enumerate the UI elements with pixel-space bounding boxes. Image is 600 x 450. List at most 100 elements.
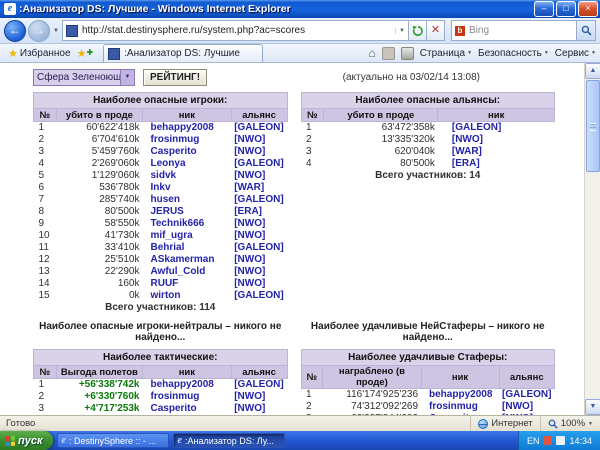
task-button-analyzer[interactable]: e :Анализатор DS: Лу... <box>173 433 285 448</box>
zoom-control[interactable]: 100% ▼ <box>540 416 600 431</box>
cell-link[interactable]: frosinmug <box>421 401 499 413</box>
cell-link[interactable]: Leonya <box>143 158 232 170</box>
cell-link[interactable]: [NWO] <box>231 266 287 278</box>
tray-icon[interactable] <box>556 436 565 445</box>
cell-link[interactable]: [GALEON] <box>231 379 287 392</box>
url-text[interactable]: http://stat.destinysphere.ru/system.php?… <box>82 25 392 36</box>
search-button[interactable] <box>577 20 596 41</box>
scroll-thumb[interactable] <box>586 80 600 172</box>
search-box[interactable]: b Bing <box>451 20 577 41</box>
print-icon[interactable] <box>401 47 414 60</box>
cell-link[interactable]: [GALEON] <box>231 194 287 206</box>
cell-link[interactable]: sidvk <box>143 170 232 182</box>
feeds-icon[interactable] <box>382 47 395 60</box>
refresh-button[interactable] <box>409 20 427 41</box>
stop-button[interactable]: ✕ <box>427 20 445 41</box>
cell-link[interactable]: [ERA] <box>231 206 287 218</box>
cell-link[interactable]: [NWO] <box>231 278 287 290</box>
cell-link[interactable]: [NWO] <box>438 134 555 146</box>
status-text: Готово <box>0 418 470 429</box>
cell-link[interactable]: [GALEON] <box>231 158 287 170</box>
cell: 536'780k <box>56 182 142 194</box>
tools-menu[interactable]: Сервис▼ <box>555 48 596 59</box>
clock: 14:34 <box>569 436 592 446</box>
home-icon[interactable]: ⌂ <box>369 46 376 60</box>
stop-icon: ✕ <box>431 25 440 36</box>
bottom-tables: Наиболее тактические: № Выгода полетов н… <box>33 349 555 415</box>
cell: 80'500k <box>324 158 438 170</box>
cell-link[interactable]: [GALEON] <box>438 122 555 135</box>
start-button[interactable]: пуск <box>0 431 53 450</box>
cell-link[interactable]: [GALEON] <box>231 242 287 254</box>
cell-link[interactable]: behappy2008 <box>143 122 232 135</box>
cell-link[interactable]: [NWO] <box>231 170 287 182</box>
safety-menu[interactable]: Безопасность▼ <box>478 48 549 59</box>
cell-link[interactable]: [GALEON] <box>231 290 287 302</box>
cell-link[interactable]: [WAR] <box>231 182 287 194</box>
cell-link[interactable]: Casperito <box>143 146 232 158</box>
cell: 13 <box>34 266 57 278</box>
cell-link[interactable]: [NWO] <box>231 146 287 158</box>
column-header: ник <box>421 366 499 389</box>
tab-favicon-icon <box>108 48 120 60</box>
table-row: 1322'290kAwful_Cold[NWO] <box>34 266 288 278</box>
bing-icon: b <box>455 26 465 36</box>
cell-link[interactable]: Inkv <box>143 182 232 194</box>
cell-link[interactable]: [NWO] <box>231 230 287 242</box>
cell-link[interactable]: Casperito <box>143 403 232 415</box>
favorites-button[interactable]: ★ Избранное <box>4 45 75 62</box>
page-menu[interactable]: Страница▼ <box>420 48 472 59</box>
cell-link[interactable]: husen <box>143 194 232 206</box>
language-indicator[interactable]: EN <box>527 436 540 446</box>
search-input[interactable]: Bing <box>469 25 573 36</box>
task-button-destinysphere[interactable]: e : DestinySphere :: - ... <box>57 433 169 448</box>
cell-link[interactable]: RUUF <box>143 278 232 290</box>
cell-link[interactable]: ASkamerman <box>143 254 232 266</box>
tray-icon[interactable] <box>543 436 552 445</box>
rating-button[interactable]: РЕЙТИНГ! <box>143 69 207 86</box>
cell-link[interactable]: behappy2008 <box>421 389 499 402</box>
cell-link[interactable]: [GALEON] <box>231 122 287 135</box>
cell-link[interactable]: [GALEON] <box>499 389 554 402</box>
cell-link[interactable]: [NWO] <box>231 403 287 415</box>
cell-link[interactable]: frosinmug <box>143 391 232 403</box>
table-row: 274'312'092'269frosinmug[NWO] <box>301 401 555 413</box>
cell-link[interactable]: JERUS <box>143 206 232 218</box>
table-row: 1+56'338'742kbehappy2008[GALEON] <box>34 379 288 392</box>
cell-link[interactable]: mif_ugra <box>143 230 232 242</box>
address-dropdown-icon[interactable]: ▼ <box>395 28 405 34</box>
table-title: Наиболее опасные альянсы: <box>301 93 555 109</box>
sphere-select[interactable]: Сфера Зеленоюща ▼ <box>33 69 135 86</box>
cell: 160k <box>56 278 142 290</box>
cell-link[interactable]: wirton <box>143 290 232 302</box>
add-favorite-button[interactable]: ★✚ <box>77 47 96 60</box>
cell-link[interactable]: [NWO] <box>231 218 287 230</box>
cell-link[interactable]: [NWO] <box>499 401 554 413</box>
close-button[interactable]: × <box>578 1 598 17</box>
history-dropdown-icon[interactable]: ▼ <box>53 28 59 34</box>
scroll-down-button[interactable]: ▼ <box>585 399 600 415</box>
table-row: 958'550kTechnik666[NWO] <box>34 218 288 230</box>
cell: 6 <box>34 182 57 194</box>
cell-link[interactable]: [ERA] <box>438 158 555 170</box>
cell-link[interactable]: Awful_Cold <box>143 266 232 278</box>
minimize-button[interactable]: – <box>534 1 554 17</box>
cell-link[interactable]: Behrial <box>143 242 232 254</box>
cell-link[interactable]: behappy2008 <box>143 379 232 392</box>
cell: 6'704'610k <box>56 134 142 146</box>
vertical-scrollbar[interactable]: ▲ ▼ <box>584 63 600 415</box>
back-button[interactable]: ← <box>4 20 26 42</box>
cell-link[interactable]: [NWO] <box>231 254 287 266</box>
address-bar[interactable]: http://stat.destinysphere.ru/system.php?… <box>62 20 409 41</box>
forward-button[interactable]: → <box>28 20 50 42</box>
cell-link[interactable]: Technik666 <box>143 218 232 230</box>
select-arrow-icon[interactable]: ▼ <box>120 70 134 85</box>
cell-link[interactable]: frosinmug <box>143 134 232 146</box>
cell-link[interactable]: [NWO] <box>231 134 287 146</box>
browser-tab[interactable]: :Анализатор DS: Лучшие <box>103 44 263 62</box>
cell-link[interactable]: [WAR] <box>438 146 555 158</box>
cell-link[interactable]: [NWO] <box>231 391 287 403</box>
maximize-button[interactable]: □ <box>556 1 576 17</box>
scroll-up-button[interactable]: ▲ <box>585 63 600 79</box>
zoom-dropdown-icon[interactable]: ▼ <box>588 421 593 427</box>
